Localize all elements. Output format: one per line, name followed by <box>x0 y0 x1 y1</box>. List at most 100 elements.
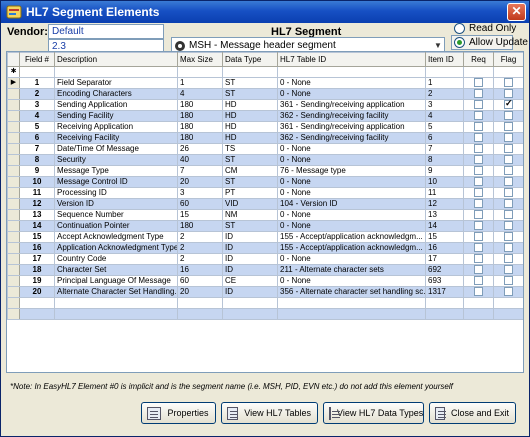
flag-checkbox[interactable] <box>504 210 513 220</box>
description-cell[interactable]: Alternate Character Set Handling... <box>54 286 178 298</box>
col-header-table-id[interactable]: HL7 Table ID <box>277 52 426 67</box>
flag-checkbox[interactable] <box>504 254 513 264</box>
item-id-cell[interactable]: 9 <box>425 165 464 177</box>
table-id-cell[interactable]: 0 - None <box>277 187 426 199</box>
req-checkbox[interactable] <box>474 166 483 176</box>
max-size-cell[interactable]: 2 <box>177 253 223 265</box>
allow-update-radio[interactable]: Allow Update <box>454 37 528 48</box>
req-cell[interactable] <box>463 154 494 166</box>
flag-checkbox[interactable] <box>504 166 513 176</box>
max-size-cell[interactable]: 16 <box>177 264 223 276</box>
table-row[interactable]: 11 Processing ID 3 PT 0 - None 11 <box>7 187 523 199</box>
flag-checkbox[interactable] <box>504 89 513 99</box>
new-record-row[interactable]: ✱ <box>7 66 523 78</box>
max-size-cell[interactable]: 180 <box>177 132 223 144</box>
max-size-cell[interactable]: 26 <box>177 143 223 155</box>
item-id-cell[interactable]: 11 <box>425 187 464 199</box>
req-checkbox[interactable] <box>474 133 483 143</box>
req-checkbox[interactable] <box>474 122 483 132</box>
req-cell[interactable] <box>463 231 494 243</box>
description-cell[interactable]: Sending Facility <box>54 110 178 122</box>
table-row[interactable]: 19 Principal Language Of Message 60 CE 0 - N… <box>7 275 523 287</box>
row-selector[interactable] <box>7 209 20 221</box>
field-number-cell[interactable]: 7 <box>19 143 55 155</box>
data-type-cell[interactable]: ST <box>222 176 278 188</box>
field-number-cell[interactable]: 8 <box>19 154 55 166</box>
max-size-cell[interactable]: 180 <box>177 121 223 133</box>
data-type-cell[interactable]: ID <box>222 286 278 298</box>
flag-checkbox[interactable] <box>504 155 513 165</box>
flag-cell[interactable] <box>493 132 523 144</box>
max-size-cell[interactable]: 180 <box>177 220 223 232</box>
field-number-cell[interactable]: 3 <box>19 99 55 111</box>
table-row[interactable]: 16 Application Acknowledgment Type 2 ID 155 … <box>7 242 523 254</box>
req-checkbox[interactable] <box>474 265 483 275</box>
item-id-cell[interactable]: 14 <box>425 220 464 232</box>
item-id-cell[interactable]: 1 <box>425 77 464 89</box>
max-size-cell[interactable]: 15 <box>177 209 223 221</box>
data-type-cell[interactable]: ST <box>222 154 278 166</box>
item-id-cell[interactable]: 13 <box>425 209 464 221</box>
data-type-cell[interactable]: CE <box>222 275 278 287</box>
flag-checkbox[interactable] <box>504 287 513 297</box>
row-selector[interactable] <box>7 88 20 100</box>
req-cell[interactable] <box>463 121 494 133</box>
req-checkbox[interactable] <box>474 155 483 165</box>
allow-update-radio-indicator[interactable] <box>454 37 465 48</box>
flag-cell[interactable] <box>493 231 523 243</box>
field-number-cell[interactable]: 16 <box>19 242 55 254</box>
flag-cell[interactable] <box>493 264 523 276</box>
max-size-cell[interactable]: 60 <box>177 198 223 210</box>
req-checkbox[interactable] <box>474 221 483 231</box>
description-cell[interactable]: Accept Acknowledgment Type <box>54 231 178 243</box>
req-cell[interactable] <box>463 176 494 188</box>
max-size-cell[interactable]: 40 <box>177 154 223 166</box>
flag-checkbox[interactable] <box>504 243 513 253</box>
max-size-cell[interactable]: 7 <box>177 165 223 177</box>
flag-cell[interactable] <box>493 110 523 122</box>
table-id-cell[interactable]: 0 - None <box>277 176 426 188</box>
table-id-cell[interactable]: 155 - Accept/application acknowledgm... <box>277 242 426 254</box>
view-hl7-data-types-button[interactable]: View HL7 Data Types <box>323 402 424 424</box>
max-size-cell[interactable]: 2 <box>177 231 223 243</box>
table-id-cell[interactable]: 0 - None <box>277 275 426 287</box>
table-id-cell[interactable]: 0 - None <box>277 209 426 221</box>
req-checkbox[interactable] <box>474 254 483 264</box>
max-size-cell[interactable]: 20 <box>177 176 223 188</box>
item-id-cell[interactable]: 693 <box>425 275 464 287</box>
description-cell[interactable]: Security <box>54 154 178 166</box>
req-checkbox[interactable] <box>474 276 483 286</box>
table-row[interactable]: 18 Character Set 16 ID 211 - Alternate chara… <box>7 264 523 276</box>
req-checkbox[interactable] <box>474 232 483 242</box>
flag-checkbox[interactable] <box>504 144 513 154</box>
max-size-cell[interactable]: 20 <box>177 286 223 298</box>
flag-checkbox[interactable] <box>504 265 513 275</box>
read-only-radio-indicator[interactable] <box>454 23 465 34</box>
flag-cell[interactable] <box>493 165 523 177</box>
data-type-cell[interactable]: HD <box>222 99 278 111</box>
flag-cell[interactable] <box>493 209 523 221</box>
req-checkbox[interactable] <box>474 210 483 220</box>
description-cell[interactable]: Encoding Characters <box>54 88 178 100</box>
table-row[interactable]: 8 Security 40 ST 0 - None 8 <box>7 154 523 166</box>
field-number-cell[interactable]: 11 <box>19 187 55 199</box>
flag-cell[interactable] <box>493 77 523 89</box>
table-row[interactable]: 20 Alternate Character Set Handling... 20 I… <box>7 286 523 298</box>
flag-cell[interactable] <box>493 275 523 287</box>
field-number-cell[interactable]: 13 <box>19 209 55 221</box>
req-cell[interactable] <box>463 99 494 111</box>
row-selector[interactable] <box>7 220 20 232</box>
item-id-cell[interactable]: 5 <box>425 121 464 133</box>
max-size-cell[interactable]: 60 <box>177 275 223 287</box>
table-id-cell[interactable]: 0 - None <box>277 253 426 265</box>
req-checkbox[interactable] <box>474 89 483 99</box>
table-id-cell[interactable]: 0 - None <box>277 220 426 232</box>
field-number-cell[interactable]: 1 <box>19 77 55 89</box>
flag-checkbox[interactable] <box>504 188 513 198</box>
flag-cell[interactable] <box>493 220 523 232</box>
description-cell[interactable]: Date/Time Of Message <box>54 143 178 155</box>
row-selector[interactable] <box>7 231 20 243</box>
description-cell[interactable]: Version ID <box>54 198 178 210</box>
row-selector[interactable] <box>7 187 20 199</box>
data-type-cell[interactable]: HD <box>222 110 278 122</box>
